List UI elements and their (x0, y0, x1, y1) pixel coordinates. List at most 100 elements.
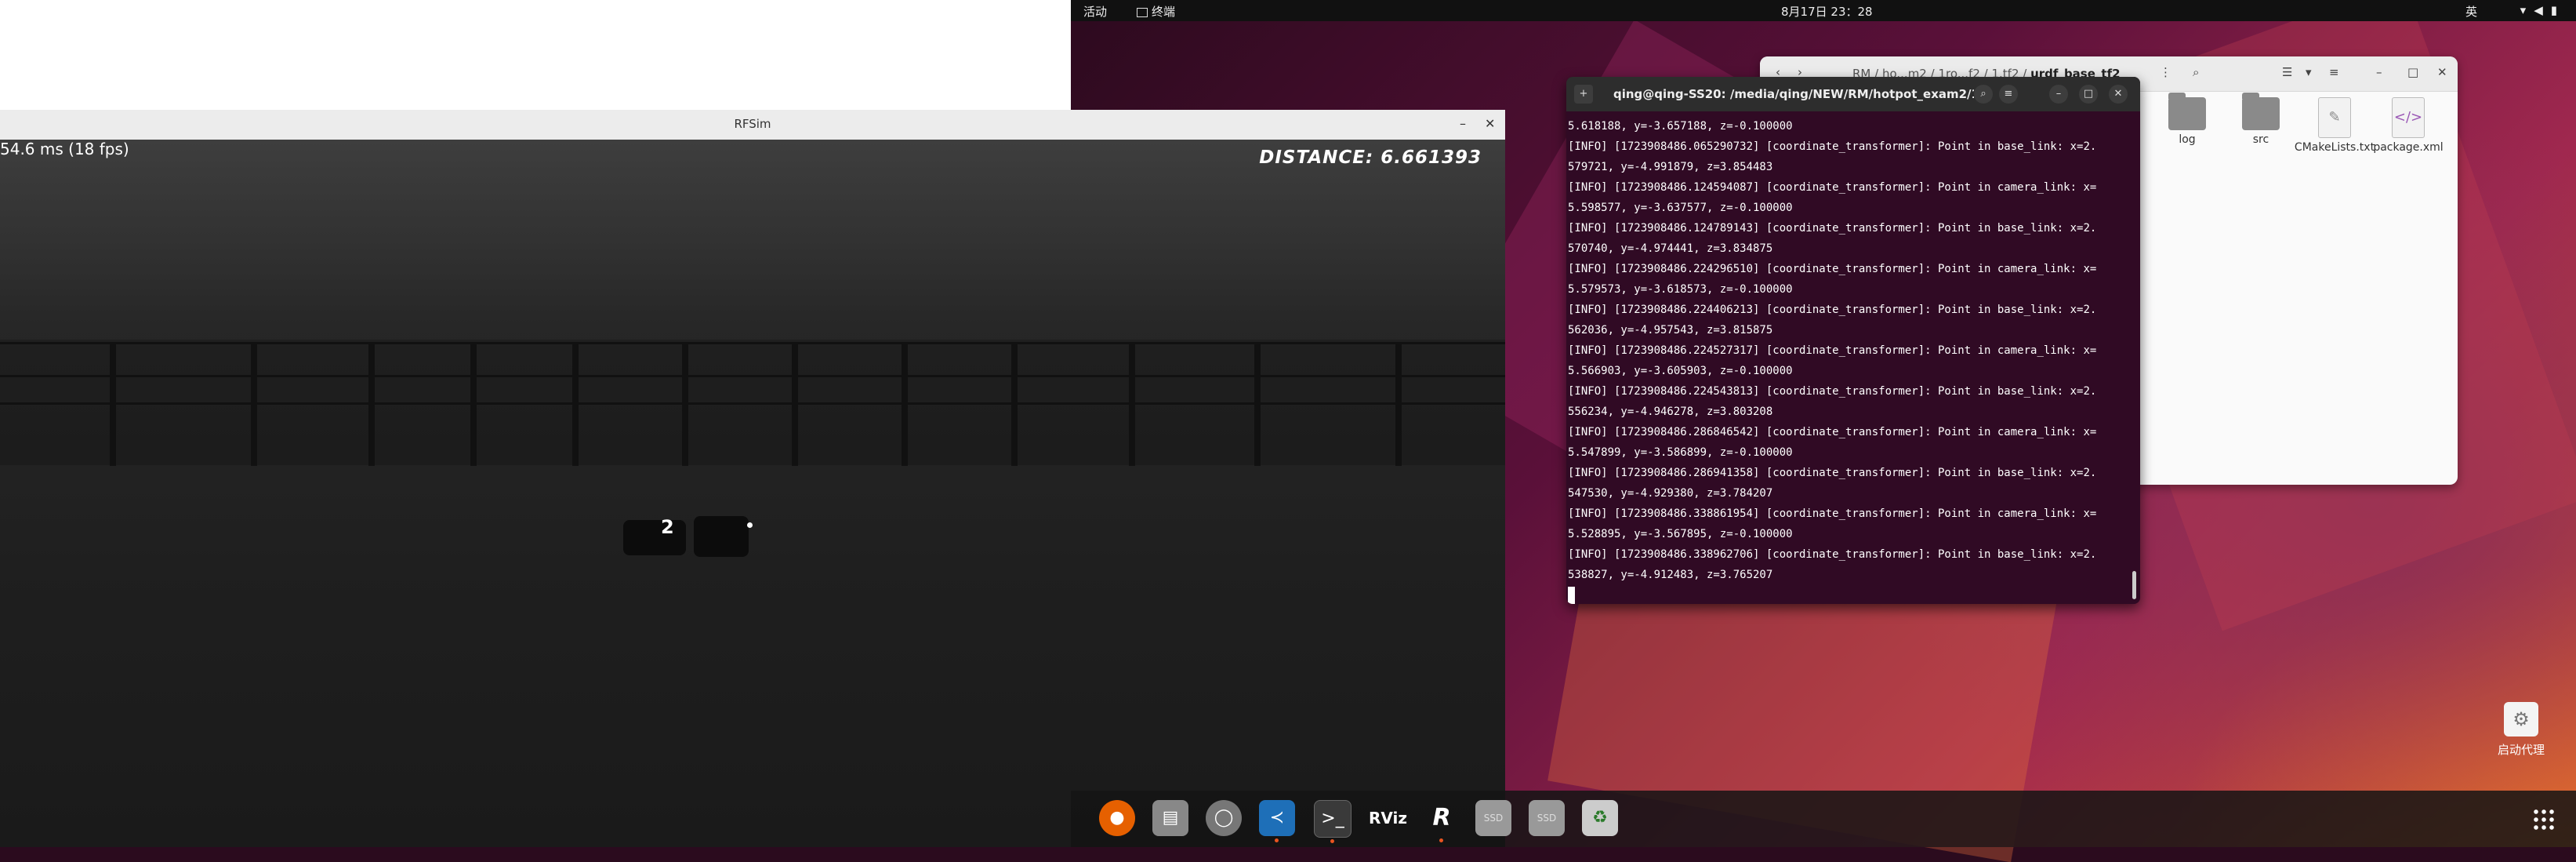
terminal-cursor (1568, 587, 1575, 604)
chevron-down-icon[interactable]: ▾ (2306, 65, 2312, 79)
robot-chassis (694, 516, 749, 557)
robot-chassis (623, 520, 686, 555)
running-indicator (1275, 838, 1279, 842)
terminal-line: 570740, y=-4.974441, z=3.834875 (1568, 242, 1773, 255)
search-icon[interactable]: ⌕ (1974, 85, 1993, 104)
fps-counter: 54.6 ms (18 fps) (0, 140, 129, 158)
active-app-label: 终端 (1152, 5, 1176, 19)
file-name: package.xml (2373, 141, 2444, 154)
close-icon[interactable]: ✕ (1485, 116, 1495, 131)
terminal-line: 5.579573, y=-3.618573, z=-0.100000 (1568, 283, 1793, 296)
terminal-line: 5.618188, y=-3.657188, z=-0.100000 (1568, 120, 1793, 133)
terminal-scrollbar[interactable] (2132, 571, 2136, 599)
terminal-line: [INFO] [1723908486.338861954] [coordinat… (1568, 507, 2097, 520)
wall-post (470, 342, 477, 466)
firefox-icon[interactable]: ● (1099, 800, 1135, 836)
vscode-icon[interactable]: ≺ (1259, 800, 1295, 842)
wall-post (572, 342, 579, 466)
close-icon[interactable]: ✕ (2109, 85, 2128, 104)
terminal-icon (1137, 7, 1148, 17)
terminal-line: [INFO] [1723908486.338962706] [coordinat… (1568, 548, 2097, 561)
input-method-indicator[interactable]: 英 (2465, 3, 2477, 20)
rfsim-window: RFSim – ✕ 54.6 ms (18 fps) DISTANCE: 6.6… (0, 110, 1505, 847)
distance-readout: DISTANCE: 6.661393 (1259, 147, 1482, 168)
terminal-line: 5.566903, y=-3.605903, z=-0.100000 (1568, 365, 1793, 377)
ssd-drive-icon[interactable]: SSD (1475, 800, 1511, 836)
minimize-icon[interactable]: – (2049, 85, 2068, 104)
terminal-line: [INFO] [1723908486.124594087] [coordinat… (1568, 181, 2097, 194)
file-name: CMakeLists.txt (2294, 141, 2375, 154)
terminal-line: [INFO] [1723908486.124789143] [coordinat… (1568, 222, 2097, 235)
activities-button[interactable]: 活动 (1083, 3, 1107, 20)
files-icon[interactable]: ▤ (1152, 800, 1188, 836)
terminal-line: 547530, y=-4.929380, z=3.784207 (1568, 487, 1773, 500)
terminal-line: 5.547899, y=-3.586899, z=-0.100000 (1568, 446, 1793, 459)
ssd-drive-icon[interactable]: SSD (1529, 800, 1565, 836)
show-apps-icon[interactable] (2532, 808, 2556, 831)
trash-icon[interactable]: ♻ (1582, 800, 1618, 836)
terminal-headerbar[interactable]: + qing@qing-SS20: /media/qing/NEW/RM/hot… (1566, 77, 2140, 111)
simulation-viewport[interactable]: 54.6 ms (18 fps) DISTANCE: 6.661393 2 (0, 140, 1505, 847)
window-title: RFSim (734, 117, 771, 131)
wall-post (902, 342, 908, 466)
terminal-line: 562036, y=-4.957543, z=3.815875 (1568, 324, 1773, 336)
terminal-line: 538827, y=-4.912483, z=3.765207 (1568, 569, 1773, 581)
dock: ● ▤ ◯ ≺ >_ RViz R SSD SSD ♻ (1071, 791, 2576, 847)
clock[interactable]: 8月17日 23：28 (1781, 3, 1873, 20)
active-app-menu[interactable]: 终端 (1137, 3, 1175, 20)
terminal-title: qing@qing-SS20: /media/qing/NEW/RM/hotpo… (1613, 87, 1974, 101)
file-name: log (2179, 133, 2196, 146)
wall-post (251, 342, 257, 466)
top-bar: 活动 终端 8月17日 23：28 英 ▾◀︎▮ (1071, 0, 2576, 21)
wall-post (792, 342, 798, 466)
terminal-window: + qing@qing-SS20: /media/qing/NEW/RM/hot… (1566, 77, 2140, 604)
system-tray[interactable]: ▾◀︎▮ (2520, 3, 2565, 17)
proxy-label: 启动代理 (2497, 743, 2545, 757)
terminal-line: [INFO] [1723908486.286941358] [coordinat… (1568, 467, 2097, 479)
wall-rail (0, 342, 1505, 344)
wall-rail (0, 402, 1505, 405)
rfsim-titlebar[interactable]: RFSim – ✕ (0, 110, 1505, 140)
blank-area (0, 0, 1071, 110)
proxy-launcher[interactable]: ⚙ 启动代理 (2488, 702, 2554, 758)
wall-post (1395, 342, 1402, 466)
wall-post (1129, 342, 1135, 466)
terminal-line: 5.598577, y=-3.637577, z=-0.100000 (1568, 202, 1793, 214)
terminal-icon[interactable]: >_ (1314, 800, 1351, 843)
wall-rail (0, 375, 1505, 377)
folder-icon (2242, 93, 2280, 130)
gear-icon: ⚙ (2504, 702, 2538, 737)
running-indicator (1439, 838, 1443, 842)
wall-post (682, 342, 688, 466)
path-menu-icon[interactable]: ⋮ (2160, 65, 2171, 79)
menu-icon[interactable]: ≡ (1999, 85, 2018, 104)
new-tab-icon[interactable]: + (1574, 85, 1593, 104)
minimize-icon[interactable]: – (1460, 116, 1466, 131)
terminal-line: [INFO] [1723908486.224543813] [coordinat… (1568, 385, 2097, 398)
close-icon[interactable]: ✕ (2437, 65, 2447, 79)
terminal-output[interactable]: 5.618188, y=-3.657188, z=-0.100000 [INFO… (1566, 116, 2131, 604)
wall-post (1254, 342, 1261, 466)
robot: 2 (623, 508, 756, 563)
terminal-line: [INFO] [1723908486.224527317] [coordinat… (1568, 344, 2097, 357)
terminal-line: [INFO] [1723908486.065290732] [coordinat… (1568, 140, 2097, 153)
terminal-line: 579721, y=-4.991879, z=3.854483 (1568, 161, 1773, 173)
maximize-icon[interactable]: □ (2407, 65, 2418, 79)
terminal-line: 5.528895, y=-3.567895, z=-0.100000 (1568, 528, 1793, 540)
file-item[interactable]: </> package.xml (2365, 97, 2451, 154)
rfsim-icon[interactable]: R (1424, 800, 1460, 842)
target-point (747, 522, 753, 528)
menu-icon[interactable]: ≡ (2329, 65, 2339, 79)
chat-icon[interactable]: ◯ (1206, 800, 1242, 836)
minimize-icon[interactable]: – (2376, 65, 2382, 79)
maximize-icon[interactable]: □ (2079, 85, 2098, 104)
view-list-icon[interactable]: ☰ (2282, 65, 2292, 79)
file-name: src (2252, 133, 2269, 146)
terminal-line: [INFO] [1723908486.224296510] [coordinat… (1568, 263, 2097, 275)
terminal-line: 556234, y=-4.946278, z=3.803208 (1568, 406, 1773, 418)
rviz-icon[interactable]: RViz (1369, 800, 1407, 836)
wall-post (1011, 342, 1018, 466)
terminal-line: [INFO] [1723908486.224406213] [coordinat… (1568, 304, 2097, 316)
search-icon[interactable]: ⌕ (2193, 65, 2199, 79)
running-indicator (1330, 839, 1334, 843)
